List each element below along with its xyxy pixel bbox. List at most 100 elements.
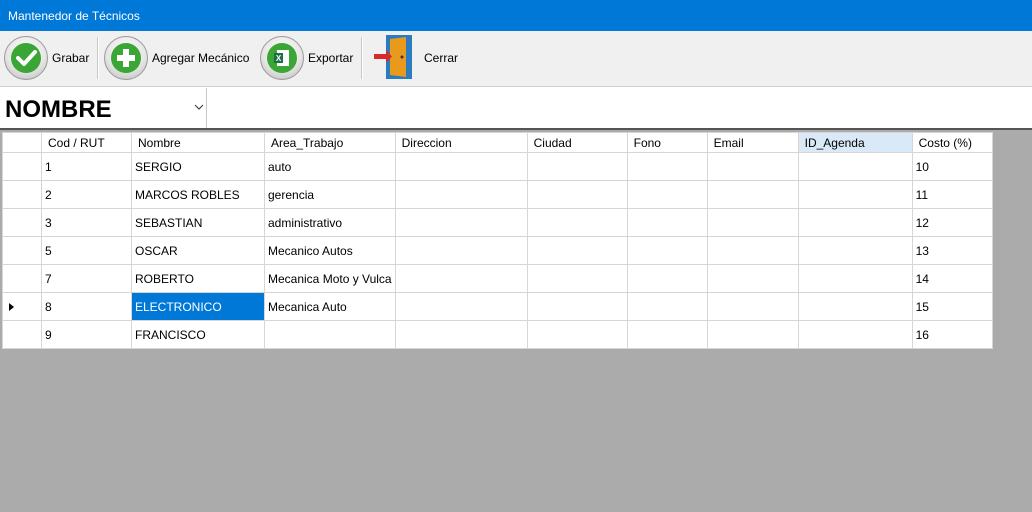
cell-nombre[interactable]: SERGIO — [131, 152, 265, 181]
row-header[interactable] — [2, 236, 42, 265]
column-header-id-agenda[interactable]: ID_Agenda — [797, 132, 913, 153]
cell-area-trabajo[interactable]: Mecanica Auto — [264, 292, 396, 321]
cell-ciudad[interactable] — [526, 208, 628, 237]
cell-nombre[interactable]: OSCAR — [131, 236, 265, 265]
grabar-button[interactable]: Grabar — [4, 33, 89, 83]
table-row[interactable]: 1 SERGIO auto 10 — [2, 152, 993, 181]
cell-cod-rut[interactable]: 9 — [41, 320, 132, 349]
search-input[interactable] — [207, 88, 1030, 128]
row-header-current[interactable] — [2, 292, 42, 321]
toolbar: Grabar Agregar Mecánico X Exportar Cerra… — [0, 31, 1032, 86]
cell-ciudad[interactable] — [526, 152, 628, 181]
exportar-button[interactable]: X Exportar — [260, 33, 353, 83]
cell-costo[interactable]: 13 — [911, 236, 993, 265]
cell-costo[interactable]: 11 — [911, 180, 993, 209]
row-header[interactable] — [2, 208, 42, 237]
row-header[interactable] — [2, 152, 42, 181]
cell-fono[interactable] — [626, 236, 708, 265]
cell-direccion[interactable] — [394, 320, 528, 349]
cell-direccion[interactable] — [394, 292, 528, 321]
column-header-ciudad[interactable]: Ciudad — [526, 132, 628, 153]
cell-id-agenda[interactable] — [797, 292, 913, 321]
cell-id-agenda[interactable] — [797, 320, 913, 349]
cell-ciudad[interactable] — [526, 180, 628, 209]
cell-fono[interactable] — [626, 180, 708, 209]
column-header-area-trabajo[interactable]: Area_Trabajo — [264, 132, 396, 153]
cell-nombre-selected[interactable]: ELECTRONICO — [131, 292, 265, 321]
cell-cod-rut[interactable]: 1 — [41, 152, 132, 181]
table-row-current[interactable]: 8 ELECTRONICO Mecanica Auto 15 — [2, 292, 993, 321]
row-header[interactable] — [2, 320, 42, 349]
cell-email[interactable] — [706, 292, 799, 321]
grabar-label: Grabar — [52, 51, 90, 65]
cell-area-trabajo[interactable] — [264, 320, 396, 349]
cell-email[interactable] — [706, 208, 799, 237]
cell-nombre[interactable]: ROBERTO — [131, 264, 265, 293]
cell-cod-rut[interactable]: 5 — [41, 236, 132, 265]
column-header-nombre[interactable]: Nombre — [131, 132, 265, 153]
column-header-direccion[interactable]: Direccion — [394, 132, 528, 153]
cell-ciudad[interactable] — [526, 292, 628, 321]
cerrar-label: Cerrar — [424, 51, 459, 65]
table-row[interactable]: 2 MARCOS ROBLES gerencia 11 — [2, 180, 993, 209]
excel-icon: X — [260, 36, 304, 80]
row-header[interactable] — [2, 180, 42, 209]
row-header[interactable] — [2, 264, 42, 293]
column-header-cod-rut[interactable]: Cod / RUT — [41, 132, 132, 153]
cell-id-agenda[interactable] — [797, 264, 913, 293]
cell-direccion[interactable] — [394, 208, 528, 237]
cell-area-trabajo[interactable]: administrativo — [264, 208, 396, 237]
cell-costo[interactable]: 15 — [911, 292, 993, 321]
cell-costo[interactable]: 14 — [911, 264, 993, 293]
chevron-down-icon — [194, 100, 204, 114]
table-row[interactable]: 3 SEBASTIAN administrativo 12 — [2, 208, 993, 237]
cell-cod-rut[interactable]: 7 — [41, 264, 132, 293]
cell-id-agenda[interactable] — [797, 180, 913, 209]
cell-fono[interactable] — [626, 152, 708, 181]
cell-costo[interactable]: 16 — [911, 320, 993, 349]
cell-email[interactable] — [706, 264, 799, 293]
table-row[interactable]: 5 OSCAR Mecanico Autos 13 — [2, 236, 993, 265]
cell-direccion[interactable] — [394, 264, 528, 293]
cell-area-trabajo[interactable]: Mecanico Autos — [264, 236, 396, 265]
column-header-fono[interactable]: Fono — [626, 132, 708, 153]
corner-header[interactable] — [2, 132, 42, 153]
cell-nombre[interactable]: SEBASTIAN — [131, 208, 265, 237]
cell-fono[interactable] — [626, 208, 708, 237]
cell-email[interactable] — [706, 180, 799, 209]
cell-costo[interactable]: 10 — [911, 152, 993, 181]
title-bar: Mantenedor de Técnicos — [0, 0, 1032, 31]
cell-email[interactable] — [706, 236, 799, 265]
cell-fono[interactable] — [626, 292, 708, 321]
column-header-costo[interactable]: Costo (%) — [911, 132, 993, 153]
exportar-label: Exportar — [308, 51, 354, 65]
cell-area-trabajo[interactable]: Mecanica Moto y Vulca — [264, 264, 396, 293]
cell-nombre[interactable]: FRANCISCO — [131, 320, 265, 349]
cell-id-agenda[interactable] — [797, 208, 913, 237]
cell-cod-rut[interactable]: 8 — [41, 292, 132, 321]
cell-email[interactable] — [706, 152, 799, 181]
cell-direccion[interactable] — [394, 152, 528, 181]
cell-ciudad[interactable] — [526, 320, 628, 349]
cell-direccion[interactable] — [394, 236, 528, 265]
cell-costo[interactable]: 12 — [911, 208, 993, 237]
cerrar-button[interactable]: Cerrar — [372, 33, 458, 83]
cell-ciudad[interactable] — [526, 236, 628, 265]
cell-ciudad[interactable] — [526, 264, 628, 293]
cell-id-agenda[interactable] — [797, 152, 913, 181]
column-header-email[interactable]: Email — [706, 132, 799, 153]
cell-direccion[interactable] — [394, 180, 528, 209]
cell-cod-rut[interactable]: 2 — [41, 180, 132, 209]
cell-nombre[interactable]: MARCOS ROBLES — [131, 180, 265, 209]
agregar-mecanico-button[interactable]: Agregar Mecánico — [104, 33, 249, 83]
cell-cod-rut[interactable]: 3 — [41, 208, 132, 237]
cell-id-agenda[interactable] — [797, 236, 913, 265]
cell-fono[interactable] — [626, 320, 708, 349]
filter-field-select[interactable]: NOMBRE — [1, 88, 207, 128]
cell-area-trabajo[interactable]: gerencia — [264, 180, 396, 209]
table-row[interactable]: 9 FRANCISCO 16 — [2, 320, 993, 349]
cell-email[interactable] — [706, 320, 799, 349]
table-row[interactable]: 7 ROBERTO Mecanica Moto y Vulca 14 — [2, 264, 993, 293]
cell-area-trabajo[interactable]: auto — [264, 152, 396, 181]
cell-fono[interactable] — [626, 264, 708, 293]
